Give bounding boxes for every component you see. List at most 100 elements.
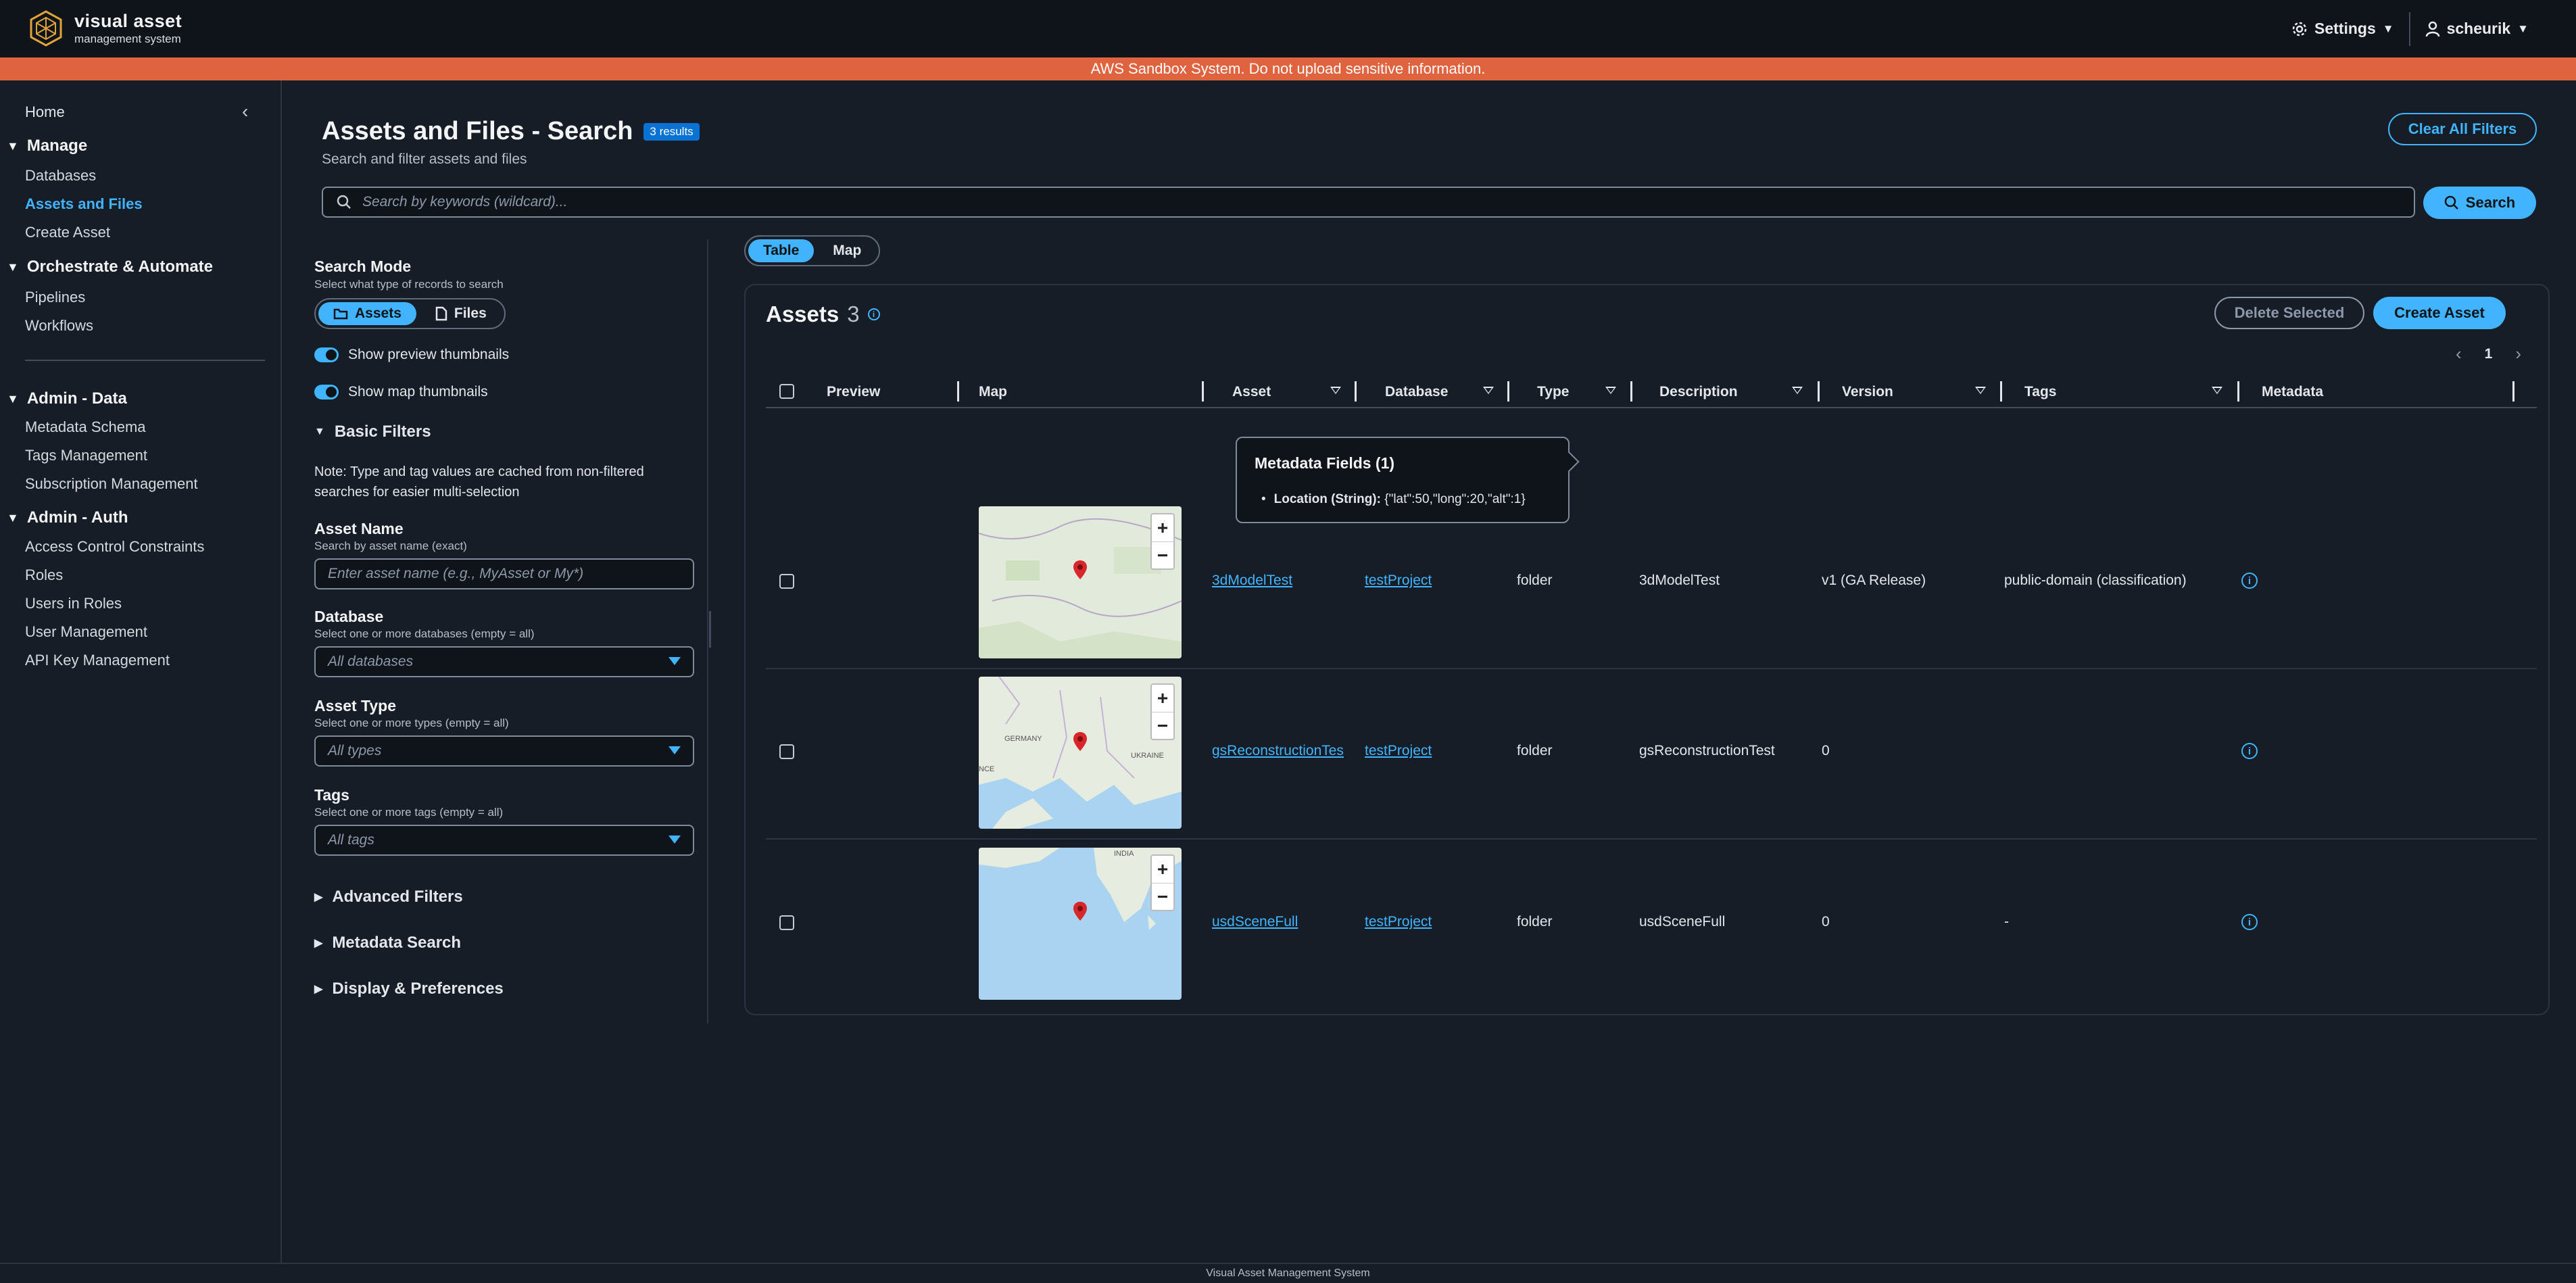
sidebar-item-api-keys[interactable]: API Key Management [25,652,170,669]
sidebar-item-access-control[interactable]: Access Control Constraints [25,538,204,556]
column-tags[interactable]: Tags [2024,384,2056,400]
sidebar-section-admin-data[interactable]: ▼ Admin - Data [7,389,127,408]
clear-all-filters-button[interactable]: Clear All Filters [2388,113,2537,145]
database-link[interactable]: testProject [1365,573,1432,589]
chevron-left-icon[interactable]: ‹ [2456,343,2462,364]
view-table-button[interactable]: Table [748,239,815,262]
metadata-info-icon[interactable]: i [2241,743,2258,759]
sort-icon[interactable] [1792,387,1803,394]
column-resizer[interactable] [1818,381,1820,402]
toggle-switch[interactable] [314,347,339,362]
column-resizer[interactable] [1355,381,1357,402]
zoom-in-icon[interactable]: + [1152,685,1173,712]
column-resizer[interactable] [2512,381,2514,402]
advanced-filters-expander[interactable]: ▶ Advanced Filters [314,888,463,906]
info-icon[interactable]: i [867,308,880,320]
sidebar-item-roles[interactable]: Roles [25,566,63,584]
column-resizer[interactable] [2237,381,2239,402]
metadata-info-icon[interactable]: i [2241,573,2258,589]
toggle-switch[interactable] [314,385,339,400]
sidebar-item-databases[interactable]: Databases [25,167,96,185]
select-all-checkbox[interactable] [779,384,794,399]
metadata-info-icon[interactable]: i [2241,914,2258,930]
map-thumbnail[interactable]: INDIA + − [979,848,1182,1000]
caret-down-icon: ▼ [2517,22,2529,35]
page-number[interactable]: 1 [2485,346,2493,362]
asset-link[interactable]: 3dModelTest [1212,573,1292,589]
column-map[interactable]: Map [979,384,1007,400]
sort-icon[interactable] [1975,387,1986,394]
asset-link[interactable]: gsReconstructionTes [1212,743,1344,759]
zoom-out-icon[interactable]: − [1152,541,1173,568]
column-asset[interactable]: Asset [1232,384,1271,400]
sort-icon[interactable] [1483,387,1494,394]
search-button[interactable]: Search [2423,187,2536,219]
sidebar-section-admin-auth[interactable]: ▼ Admin - Auth [7,508,128,527]
chevron-right-icon[interactable]: › [2515,343,2521,364]
sort-icon[interactable] [1330,387,1341,394]
database-link[interactable]: testProject [1365,914,1432,930]
mode-files-button[interactable]: Files [420,302,502,325]
zoom-out-icon[interactable]: − [1152,712,1173,739]
sidebar-item-home[interactable]: Home [25,103,65,121]
row-checkbox[interactable] [779,744,794,759]
sidebar-section-orchestrate[interactable]: ▼ Orchestrate & Automate [7,258,213,276]
display-preferences-expander[interactable]: ▶ Display & Preferences [314,979,504,998]
sidebar-item-tags-management[interactable]: Tags Management [25,447,147,464]
metadata-search-expander[interactable]: ▶ Metadata Search [314,934,461,952]
tags-select[interactable]: All tags [314,825,694,856]
view-map-button[interactable]: Map [818,239,876,262]
column-version[interactable]: Version [1842,384,1893,400]
search-input[interactable] [362,194,2390,210]
sidebar-item-create-asset[interactable]: Create Asset [25,224,110,241]
map-thumbnail[interactable]: + − [979,506,1182,658]
create-asset-button[interactable]: Create Asset [2373,297,2506,329]
asset-type-select[interactable]: All types [314,735,694,767]
sidebar-item-users-in-roles[interactable]: Users in Roles [25,595,122,612]
toggle-map-thumbnails[interactable]: Show map thumbnails [314,384,488,400]
row-checkbox[interactable] [779,915,794,930]
panel-resize-handle[interactable] [709,611,711,648]
logo-icon [30,10,62,47]
database-select[interactable]: All databases [314,646,694,677]
settings-menu[interactable]: Settings ▼ [2277,20,2409,38]
zoom-out-icon[interactable]: − [1152,883,1173,910]
keyword-search-box [322,187,2415,218]
sidebar-item-metadata-schema[interactable]: Metadata Schema [25,418,146,436]
delete-selected-button[interactable]: Delete Selected [2214,297,2364,329]
sidebar-section-manage[interactable]: ▼ Manage [7,137,87,155]
asset-name-input[interactable] [328,566,679,582]
sidebar-item-assets-and-files[interactable]: Assets and Files [25,195,143,213]
column-resizer[interactable] [957,381,959,402]
column-resizer[interactable] [1202,381,1204,402]
collapse-sidebar-icon[interactable]: ‹ [242,101,248,122]
sort-icon[interactable] [1605,387,1616,394]
sidebar-item-workflows[interactable]: Workflows [25,317,93,335]
column-description[interactable]: Description [1659,384,1738,400]
map-thumbnail[interactable]: GERMANY UKRAINE NCE + − [979,677,1182,829]
column-resizer[interactable] [1630,381,1632,402]
database-link[interactable]: testProject [1365,743,1432,759]
asset-link[interactable]: usdSceneFull [1212,914,1298,930]
caret-down-icon: ▼ [7,139,19,153]
column-metadata[interactable]: Metadata [2262,384,2323,400]
zoom-in-icon[interactable]: + [1152,514,1173,541]
zoom-in-icon[interactable]: + [1152,856,1173,883]
sidebar-item-user-management[interactable]: User Management [25,623,147,641]
sort-icon[interactable] [2212,387,2222,394]
column-resizer[interactable] [2000,381,2002,402]
caret-down-icon: ▼ [2382,22,2394,35]
user-menu[interactable]: scheurik ▼ [2410,20,2544,38]
toggle-preview-thumbnails[interactable]: Show preview thumbnails [314,347,509,363]
mode-assets-button[interactable]: Assets [318,302,416,325]
row-checkbox[interactable] [779,574,794,589]
database-label: Database [314,608,384,625]
column-database[interactable]: Database [1385,384,1448,400]
basic-filters-expander[interactable]: ▼ Basic Filters [314,422,431,441]
column-preview[interactable]: Preview [827,384,880,400]
column-type[interactable]: Type [1537,384,1569,400]
sidebar-item-pipelines[interactable]: Pipelines [25,289,85,306]
sidebar-item-subscription-management[interactable]: Subscription Management [25,475,198,493]
app-logo[interactable]: visual asset management system [27,9,182,47]
column-resizer[interactable] [1507,381,1509,402]
